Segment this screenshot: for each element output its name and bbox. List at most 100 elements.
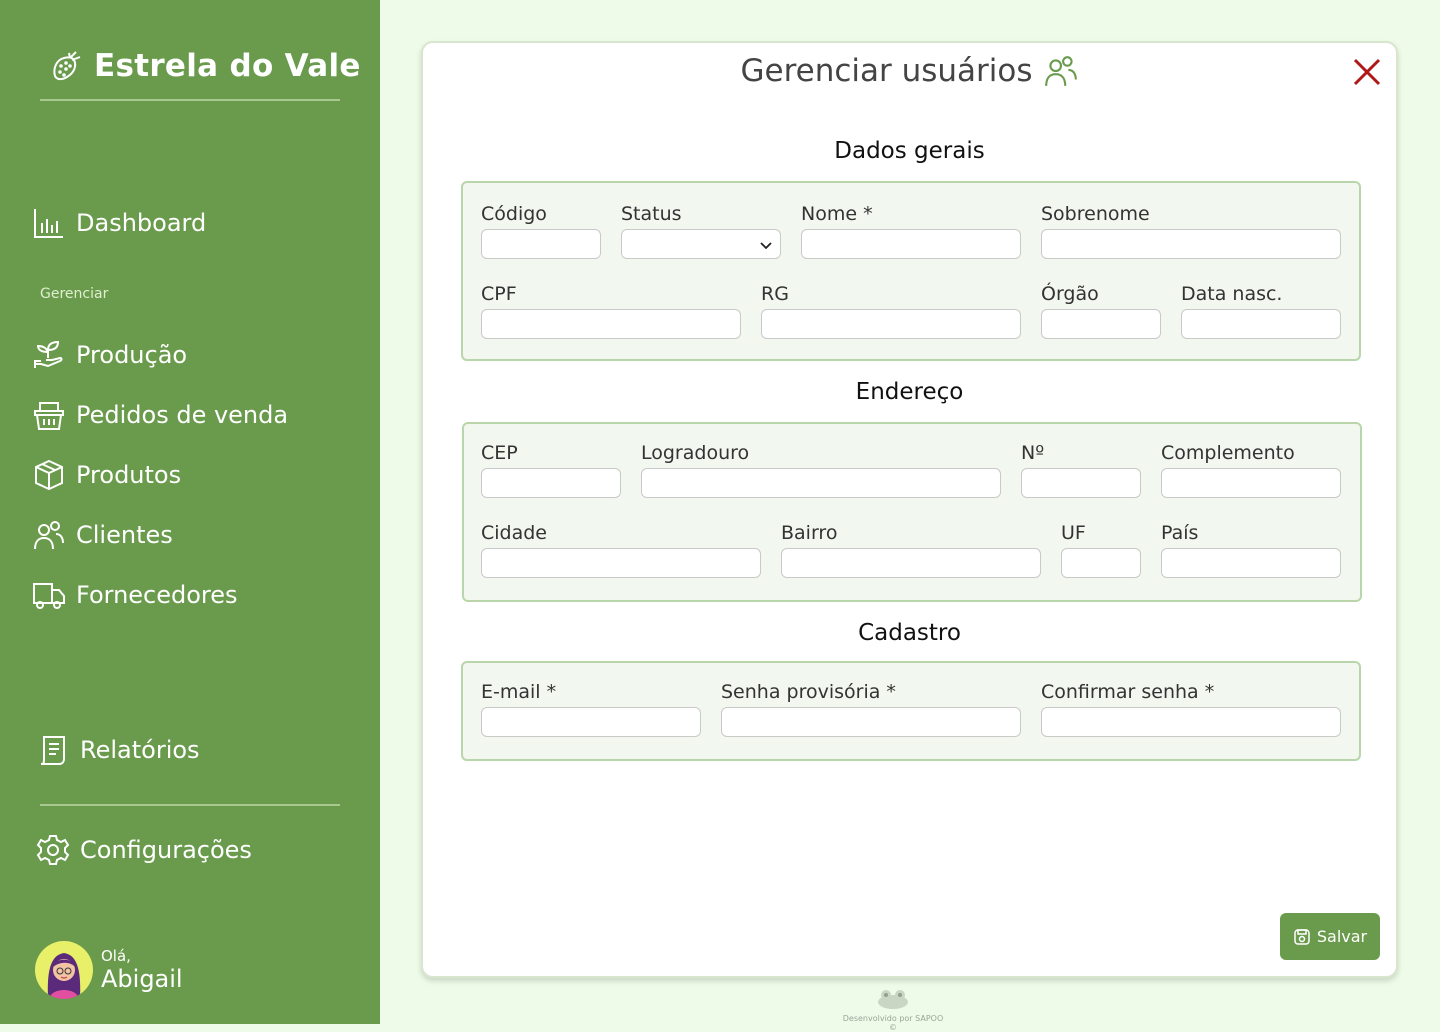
cep-input[interactable] [481,468,621,498]
modal-title-text: Gerenciar usuários [740,53,1033,89]
field-label: Nº [1021,442,1045,464]
status-field: Status [621,203,781,259]
sidebar-item-clientes[interactable]: Clientes [32,518,173,552]
field-label: Data nasc. [1181,283,1283,305]
sidebar-item-label: Relatórios [80,736,200,764]
sidebar-item-configuracoes[interactable]: Configurações [36,833,252,867]
field-label: CPF [481,283,517,305]
save-button[interactable]: Salvar [1280,913,1380,960]
bairro-field: Bairro [781,522,1041,578]
nome-input[interactable] [801,229,1021,259]
sidebar-item-label: Produção [76,341,188,369]
email-input[interactable] [481,707,701,737]
sidebar-item-fornecedores[interactable]: Fornecedores [32,578,238,612]
users-icon [34,521,64,550]
section-title-registration: Cadastro [858,620,961,646]
nome-field: Nome * [801,203,1021,259]
save-icon [1294,928,1310,945]
footer: Desenvolvido por SAPOO © [838,988,948,1032]
sidebar-item-label: Produtos [76,461,182,489]
complemento-input[interactable] [1161,468,1341,498]
basket-icon [34,402,64,430]
cpf-input[interactable] [481,309,741,339]
field-label: UF [1061,522,1086,544]
truck-icon [33,583,65,609]
field-label: Cidade [481,522,547,544]
bar-chart-icon [34,209,63,238]
close-icon[interactable] [1352,57,1382,87]
box-icon [35,459,63,491]
numero-field: Nº [1021,442,1141,498]
section-title-general: Dados gerais [834,138,985,164]
codigo-input[interactable] [481,229,601,259]
field-label: Logradouro [641,442,750,464]
frog-logo-icon [878,990,908,1009]
cidade-field: Cidade [481,522,761,578]
sidebar-item-label: Dashboard [76,209,207,237]
field-label: Nome * [801,203,873,225]
uf-field: UF [1061,522,1141,578]
sidebar-item-pedidos[interactable]: Pedidos de venda [32,398,288,432]
pais-input[interactable] [1161,548,1341,578]
field-label: CEP [481,442,518,464]
sidebar-item-label: Clientes [76,521,173,549]
cpf-field: CPF [481,283,741,339]
uf-input[interactable] [1061,548,1141,578]
brand-divider [40,99,340,101]
chevron-down-icon [760,242,772,250]
pais-field: País [1161,522,1341,578]
address-group: CEP Logradouro Nº Complemento Cidade Bai… [462,422,1362,602]
gear-icon [36,835,70,865]
modal-title: Gerenciar usuários [423,53,1396,89]
section-title-address: Endereço [855,379,964,405]
user-profile[interactable]: Olá, Abigail [35,941,183,999]
sidebar-item-relatorios[interactable]: Relatórios [36,733,200,767]
avatar[interactable] [35,941,93,999]
save-label: Salvar [1316,927,1368,946]
greeting: Olá, [101,947,131,965]
data-nasc-field: Data nasc. [1181,283,1341,339]
bairro-input[interactable] [781,548,1041,578]
field-label: Sobrenome [1041,203,1150,225]
sidebar-item-label: Pedidos de venda [76,401,289,429]
section-label: Gerenciar [40,286,109,302]
plant-hand-icon [34,340,63,368]
sobrenome-field: Sobrenome [1041,203,1341,259]
cep-field: CEP [481,442,621,498]
registration-group: E-mail * Senha provisória * Confirmar se… [461,661,1361,761]
field-label: Senha provisória * [721,681,896,703]
numero-input[interactable] [1021,468,1141,498]
footer-credit: Desenvolvido por SAPOO © [842,1014,944,1032]
field-label: E-mail * [481,681,557,703]
codigo-field: Código [481,203,601,259]
sobrenome-input[interactable] [1041,229,1341,259]
sidebar-item-producao[interactable]: Produção [32,338,187,372]
report-icon [40,736,65,765]
field-label: Código [481,203,547,225]
orgao-input[interactable] [1041,309,1161,339]
field-label: País [1161,522,1199,544]
email-field: E-mail * [481,681,701,737]
senha-input[interactable] [721,707,1021,737]
sidebar-item-produtos[interactable]: Produtos [32,458,181,492]
cidade-input[interactable] [481,548,761,578]
manage-users-modal: Gerenciar usuários Dados gerais Código S… [421,41,1398,978]
field-label: Complemento [1161,442,1295,464]
logradouro-field: Logradouro [641,442,1001,498]
sidebar-item-label: Fornecedores [76,581,238,609]
general-data-group: Código Status Nome * Sobrenome CPF RG Ór… [461,181,1361,361]
status-select[interactable] [621,229,781,259]
field-label: Bairro [781,522,838,544]
rg-input[interactable] [761,309,1021,339]
logradouro-input[interactable] [641,468,1001,498]
user-name: Abigail [101,965,183,993]
confirmar-senha-input[interactable] [1041,707,1341,737]
brand-title: Estrela do Vale [94,48,361,84]
confirmar-senha-field: Confirmar senha * [1041,681,1341,737]
strawberry-logo-icon [53,51,81,81]
brand[interactable]: Estrela do Vale [50,48,361,84]
field-label: Confirmar senha * [1041,681,1215,703]
data-nasc-input[interactable] [1181,309,1341,339]
sidebar-item-dashboard[interactable]: Dashboard [32,206,206,240]
sidebar: Estrela do Vale Dashboard Gerenciar Prod… [0,0,380,1024]
